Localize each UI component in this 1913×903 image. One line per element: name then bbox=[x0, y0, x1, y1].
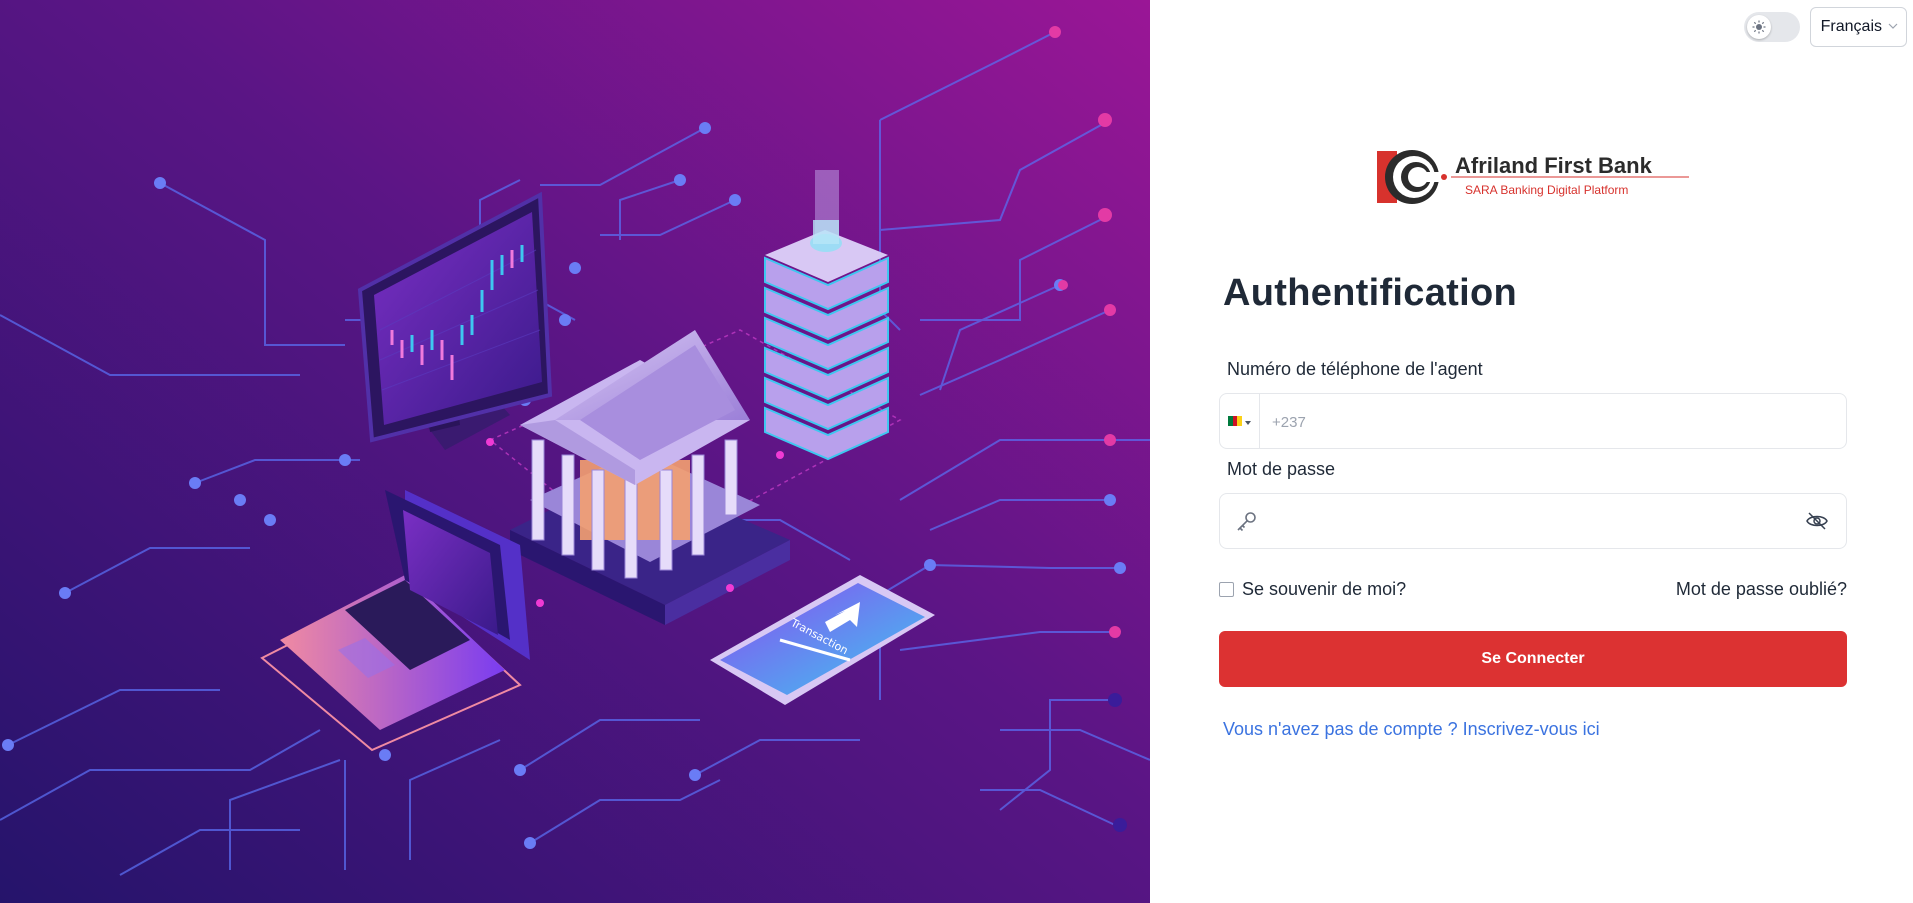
key-icon bbox=[1235, 509, 1259, 538]
theme-toggle[interactable] bbox=[1743, 12, 1800, 42]
topbar: Français bbox=[1743, 7, 1907, 47]
phone-field bbox=[1219, 393, 1847, 450]
page-title: Authentification bbox=[1223, 272, 1517, 314]
login-button[interactable]: Se Connecter bbox=[1219, 631, 1847, 687]
brand-name: Afriland First Bank bbox=[1455, 153, 1653, 178]
remember-checkbox[interactable] bbox=[1219, 582, 1234, 597]
password-input[interactable] bbox=[1276, 494, 1780, 550]
remember-me: Se souvenir de moi? bbox=[1219, 579, 1406, 600]
language-select[interactable]: Français bbox=[1809, 7, 1907, 47]
remember-label[interactable]: Se souvenir de moi? bbox=[1242, 579, 1406, 600]
language-label: Français bbox=[1820, 18, 1882, 35]
brand-tagline: SARA Banking Digital Platform bbox=[1465, 183, 1628, 197]
caret-down-icon bbox=[1245, 412, 1251, 430]
login-panel: Français Afriland First Bank SARA Bankin… bbox=[1150, 0, 1913, 903]
phone-input[interactable] bbox=[1270, 394, 1834, 450]
phone-label: Numéro de téléphone de l'agent bbox=[1227, 359, 1483, 379]
hero-illustration: Transaction bbox=[0, 0, 1150, 903]
hero-svg: Transaction bbox=[0, 0, 1150, 903]
cameroon-flag-icon bbox=[1228, 416, 1243, 426]
forgot-password-link[interactable]: Mot de passe oublié? bbox=[1676, 579, 1847, 600]
bank-logo: Afriland First Bank SARA Banking Digital… bbox=[1377, 148, 1689, 206]
chevron-down-icon bbox=[1888, 18, 1898, 36]
country-code-select[interactable] bbox=[1220, 394, 1260, 448]
password-field bbox=[1219, 493, 1847, 550]
signup-link[interactable]: Vous n'avez pas de compte ? Inscrivez-vo… bbox=[1223, 719, 1600, 740]
eye-off-icon[interactable] bbox=[1806, 511, 1828, 536]
sun-icon bbox=[1746, 15, 1771, 39]
password-label: Mot de passe bbox=[1227, 459, 1336, 479]
